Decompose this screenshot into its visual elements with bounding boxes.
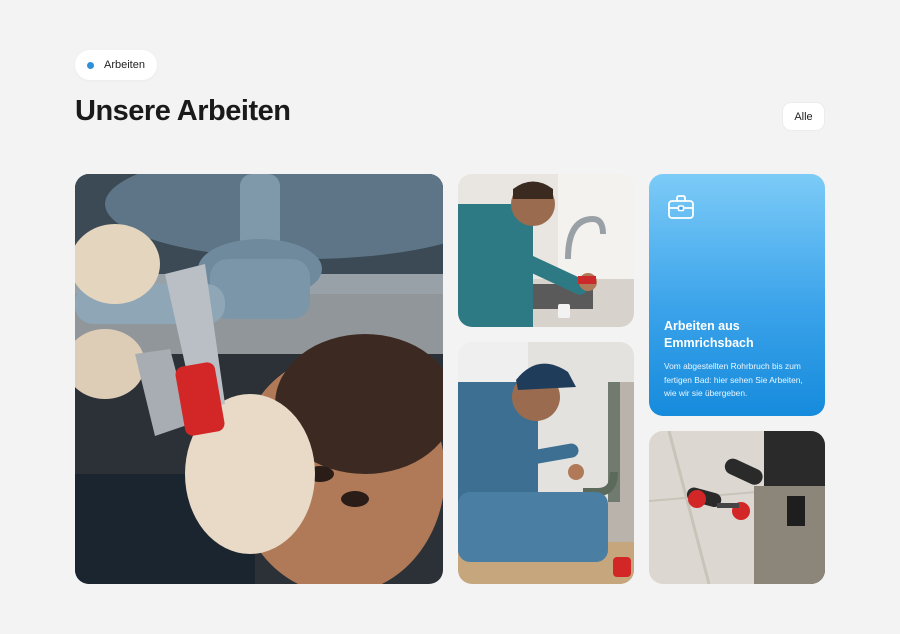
plumber-sink-faucet-photo[interactable] <box>458 174 634 327</box>
info-card-text: Vom abgestellten Rohrbruch bis zum ferti… <box>664 361 803 398</box>
wall-tiling-image <box>649 431 825 584</box>
plumber-under-sink-photo[interactable] <box>458 342 634 584</box>
toolbox-icon <box>668 195 694 219</box>
info-card: Arbeiten aus Emmrichsbach Vom abgestellt… <box>649 174 825 416</box>
badge-dot <box>87 61 94 69</box>
page-title: Unsere Arbeiten <box>75 95 291 127</box>
plumber-wrench-image <box>75 174 443 584</box>
badge-label: Arbeiten <box>104 59 145 71</box>
plumber-sink-image <box>458 174 634 327</box>
plumber-wrench-photo[interactable] <box>75 174 443 584</box>
plumber-under-sink-image <box>458 342 634 584</box>
section-badge: Arbeiten <box>75 50 157 80</box>
wall-tiling-photo[interactable] <box>649 431 825 584</box>
info-card-heading: Arbeiten aus Emmrichsbach <box>664 319 754 350</box>
all-button[interactable]: Alle <box>782 102 825 131</box>
